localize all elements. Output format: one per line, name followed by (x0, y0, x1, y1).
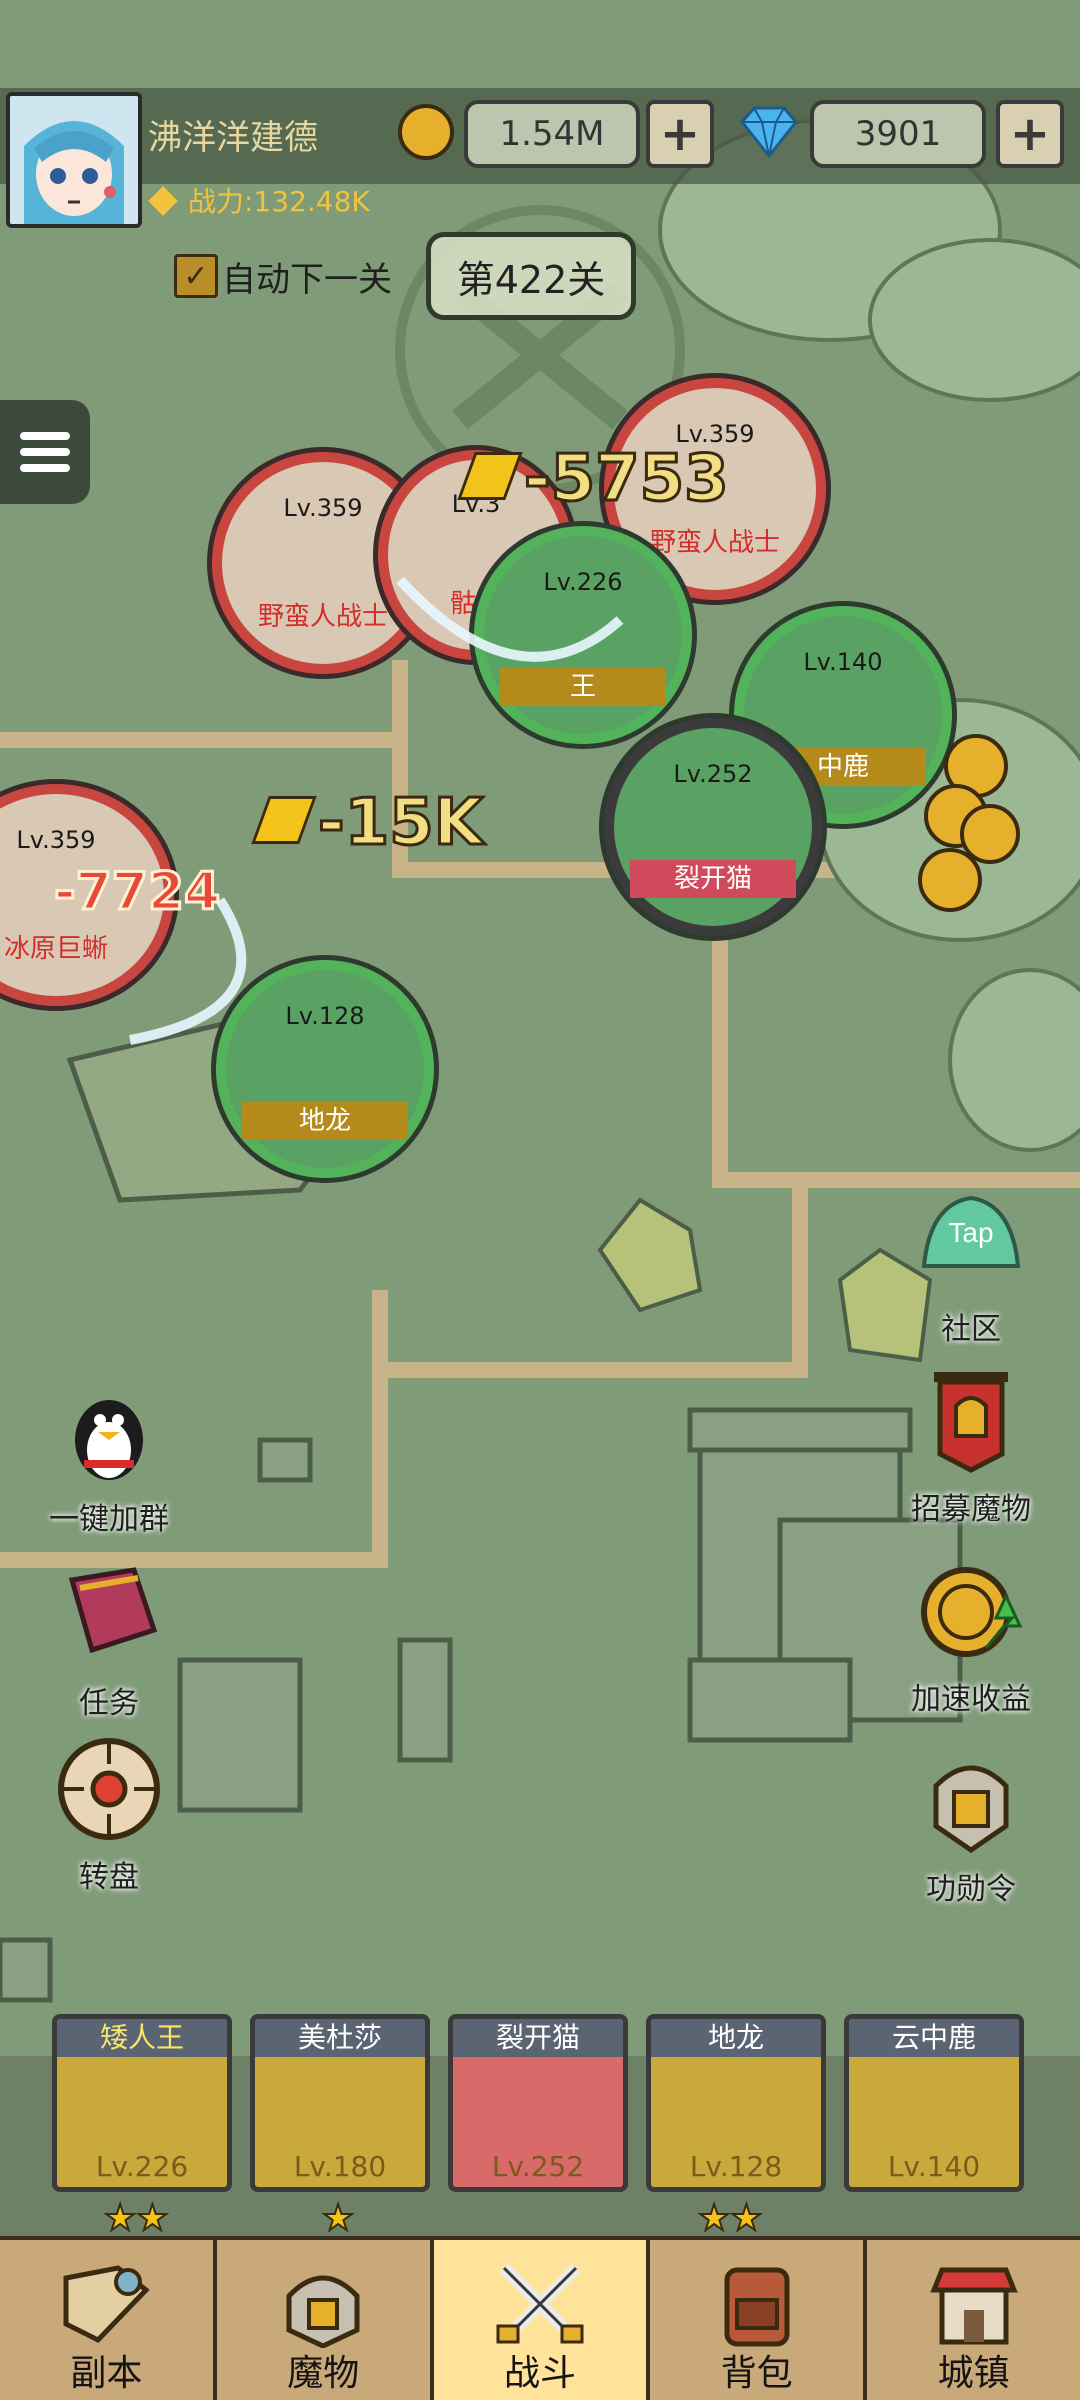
wheel-button[interactable]: 转盘 (24, 1734, 194, 1896)
town-shop-icon (929, 2267, 1018, 2345)
community-tap-icon: Tap (921, 1195, 1021, 1268)
speed-up-earnings-button[interactable]: 加速收益 (886, 1556, 1056, 1718)
backpack-icon (724, 2267, 790, 2347)
community-button[interactable]: Tap 社区 (886, 1186, 1056, 1348)
gold-speedup-icon (921, 1567, 1023, 1657)
hero-name: 云中鹿 (849, 2019, 1019, 2057)
damage-number: -5753 (457, 441, 730, 518)
tab-backpack[interactable]: 背包 (650, 2240, 868, 2400)
hero-slot[interactable]: 矮人王 Lv.226 (52, 2014, 232, 2192)
qq-penguin-icon (75, 1400, 143, 1480)
hero-level: Lv.180 (293, 2150, 387, 2183)
hero-stars: ★ (321, 2197, 355, 2240)
hero-level: Lv.252 (491, 2150, 585, 2183)
crossed-swords-icon (496, 2263, 584, 2345)
hero-name: 矮人王 (57, 2019, 227, 2057)
tab-battle[interactable]: 战斗 (433, 2240, 651, 2400)
hero-level: Lv.226 (95, 2150, 189, 2183)
hero-stars: ★★ (103, 2197, 170, 2240)
hero-level: Lv.128 (689, 2150, 783, 2183)
recruit-monster-button[interactable]: 招募魔物 (886, 1366, 1056, 1528)
recruit-banner-icon (934, 1372, 1008, 1473)
hero-slot[interactable]: 裂开猫 Lv.252 (448, 2014, 628, 2192)
hero-stars: ★★ (697, 2197, 764, 2240)
tab-monsters[interactable]: 魔物 (217, 2240, 434, 2400)
task-book-icon (68, 1567, 158, 1654)
map-scroll-icon (63, 2265, 151, 2344)
hero-level: Lv.140 (887, 2150, 981, 2183)
hero-name: 裂开猫 (453, 2019, 623, 2057)
tab-town[interactable]: 城镇 (867, 2240, 1080, 2400)
gold-coin-drop-icon (918, 734, 1020, 912)
svg-text:Tap: Tap (948, 1217, 993, 1248)
tasks-button[interactable]: 任务 (24, 1560, 194, 1722)
join-group-button[interactable]: 一键加群 (24, 1376, 194, 1538)
damage-number: -15K (251, 785, 485, 862)
merit-order-button[interactable]: 功勋令 (886, 1746, 1056, 1908)
hero-slot[interactable]: 云中鹿 Lv.140 (844, 2014, 1024, 2192)
slash-effects (129, 576, 624, 1045)
tab-dungeon[interactable]: 副本 (0, 2240, 217, 2400)
spin-wheel-icon (58, 1738, 160, 1840)
bottom-navigation: 副本 魔物 战斗 背包 城镇 (0, 2236, 1080, 2400)
hero-name: 地龙 (651, 2019, 821, 2057)
hero-slot[interactable]: 地龙 Lv.128 (646, 2014, 826, 2192)
monster-helmet-icon (286, 2275, 360, 2348)
hero-slot[interactable]: 美杜莎 Lv.180 (250, 2014, 430, 2192)
merit-helmet-icon (933, 1765, 1009, 1854)
damage-number: -7724 (52, 861, 221, 924)
hero-name: 美杜莎 (255, 2019, 425, 2057)
game-screen: 沸洋洋建德 1.54M + 3901 + 战力:132.48K ✓ 自动下一关 … (0, 0, 1080, 2400)
